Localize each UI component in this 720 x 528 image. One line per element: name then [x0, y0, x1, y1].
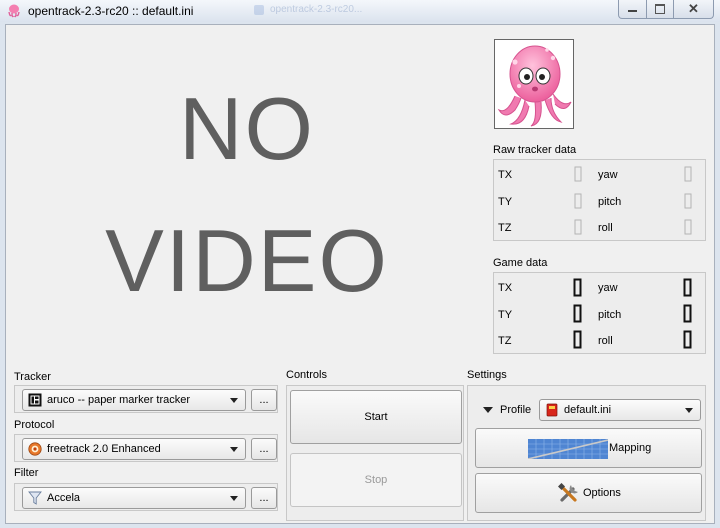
- tracker-label: Tracker: [14, 371, 51, 383]
- protocol-select-value: freetrack 2.0 Enhanced: [47, 443, 161, 455]
- game-pitch-lcd-digit: [683, 304, 692, 323]
- protocol-group: freetrack 2.0 Enhanced ...: [14, 434, 278, 462]
- profile-label[interactable]: Profile: [500, 404, 531, 416]
- raw-tz-lcd-digit: [574, 219, 582, 235]
- game-ty-label: TY: [498, 309, 513, 321]
- game-yaw-lcd-digit: [683, 278, 692, 297]
- raw-tx-label: TX: [498, 169, 513, 181]
- chevron-down-icon: [230, 398, 238, 403]
- video-preview: NO VIDEO: [12, 29, 482, 363]
- filter-settings-button[interactable]: ...: [251, 487, 277, 509]
- tools-options-icon: [558, 483, 578, 502]
- raw-tx-lcd-digit: [574, 166, 582, 182]
- maximize-button[interactable]: [647, 0, 674, 19]
- raw-tracker-title: Raw tracker data: [493, 144, 577, 156]
- tracker-select[interactable]: aruco -- paper marker tracker: [22, 389, 246, 411]
- game-data-group: TX TY TZ yaw pitch roll: [493, 272, 706, 354]
- protocol-settings-button[interactable]: ...: [251, 438, 277, 460]
- game-tz-label: TZ: [498, 335, 512, 347]
- aruco-tracker-icon: [28, 393, 42, 407]
- tracker-group: aruco -- paper marker tracker ...: [14, 385, 278, 413]
- ghost-window-icon: [254, 5, 264, 15]
- raw-yaw-label: yaw: [598, 169, 618, 181]
- raw-roll-lcd-digit: [684, 219, 692, 235]
- chevron-down-icon: [230, 447, 238, 452]
- settings-label: Settings: [467, 369, 507, 381]
- game-tz-lcd-digit: [573, 330, 582, 349]
- chevron-down-icon: [230, 496, 238, 501]
- stop-button[interactable]: Stop: [290, 453, 462, 507]
- octopus-app-icon: [8, 4, 20, 18]
- mapping-curve-icon: [528, 439, 608, 459]
- options-button[interactable]: Options: [475, 473, 702, 513]
- options-button-label: Options: [583, 487, 621, 499]
- profile-book-icon: [546, 403, 558, 417]
- octopus-logo: [494, 39, 574, 129]
- freetrack-protocol-icon: [28, 442, 42, 456]
- game-roll-label: roll: [598, 335, 613, 347]
- protocol-label: Protocol: [14, 419, 55, 431]
- protocol-select[interactable]: freetrack 2.0 Enhanced: [22, 438, 246, 460]
- settings-group: Profile default.ini Mapping Options: [467, 385, 706, 521]
- raw-pitch-lcd-digit: [684, 193, 692, 209]
- funnel-filter-icon: [28, 491, 42, 505]
- background-window-ghost: opentrack-2.3-rc20...: [250, 3, 410, 19]
- window-controls: ✕: [618, 0, 715, 19]
- raw-roll-label: roll: [598, 222, 613, 234]
- game-ty-lcd-digit: [573, 304, 582, 323]
- game-roll-lcd-digit: [683, 330, 692, 349]
- game-tx-lcd-digit: [573, 278, 582, 297]
- game-yaw-label: yaw: [598, 282, 618, 294]
- controls-label: Controls: [286, 369, 327, 381]
- raw-ty-lcd-digit: [574, 193, 582, 209]
- octopus-mascot-icon: [497, 45, 572, 127]
- raw-tz-label: TZ: [498, 222, 512, 234]
- game-tx-label: TX: [498, 282, 513, 294]
- game-data-title: Game data: [493, 257, 548, 269]
- filter-select-value: Accela: [47, 492, 81, 504]
- game-pitch-label: pitch: [598, 309, 622, 321]
- triangle-down-icon: [483, 407, 493, 413]
- profile-select-value: default.ini: [564, 404, 612, 416]
- raw-pitch-label: pitch: [598, 196, 622, 208]
- chevron-down-icon: [685, 408, 693, 413]
- filter-label: Filter: [14, 467, 39, 479]
- ghost-window-title: opentrack-2.3-rc20...: [270, 4, 363, 15]
- profile-select[interactable]: default.ini: [539, 399, 701, 421]
- close-icon: ✕: [687, 1, 699, 16]
- mapping-button[interactable]: Mapping: [475, 428, 702, 468]
- raw-tracker-group: TX TY TZ yaw pitch roll: [493, 159, 706, 241]
- minimize-button[interactable]: [618, 0, 648, 19]
- main-window: NO VIDEO Raw tracker data TX TY TZ yaw p…: [5, 24, 715, 524]
- close-button[interactable]: ✕: [673, 0, 715, 19]
- window-title: opentrack-2.3-rc20 :: default.ini: [28, 4, 194, 18]
- controls-group: Start Stop: [286, 385, 464, 521]
- filter-select[interactable]: Accela: [22, 487, 246, 509]
- mapping-button-label: Mapping: [609, 442, 652, 454]
- start-button[interactable]: Start: [290, 390, 462, 444]
- no-video-line1: NO: [179, 79, 315, 178]
- tracker-select-value: aruco -- paper marker tracker: [47, 394, 191, 406]
- title-bar[interactable]: opentrack-2.3-rc20 :: default.ini opentr…: [0, 0, 720, 22]
- filter-group: Accela ...: [14, 483, 278, 511]
- tracker-settings-button[interactable]: ...: [251, 389, 277, 411]
- no-video-line2: VIDEO: [105, 211, 389, 310]
- raw-ty-label: TY: [498, 196, 513, 208]
- raw-yaw-lcd-digit: [684, 166, 692, 182]
